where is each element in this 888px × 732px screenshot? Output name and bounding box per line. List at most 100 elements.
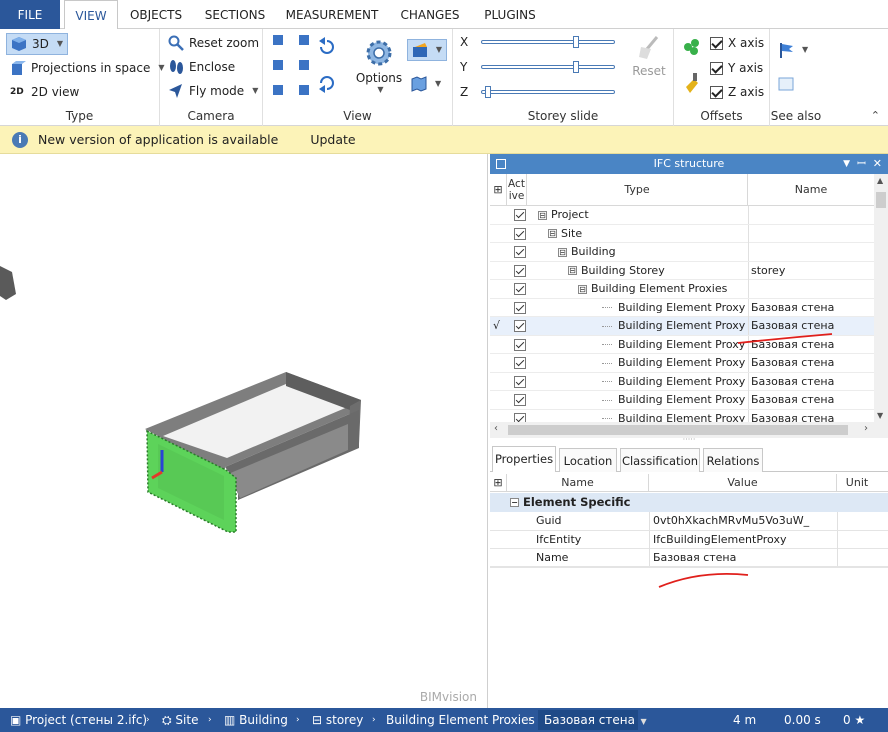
expander-icon[interactable]: ⊟ [538, 210, 547, 220]
3d-viewport[interactable]: BIMvision [0, 154, 488, 708]
panel-menu-icon[interactable]: ▼ [843, 154, 850, 174]
column-prop-name[interactable]: Name [507, 474, 649, 491]
model-render[interactable] [0, 154, 488, 708]
active-checkbox[interactable] [514, 357, 526, 369]
tree-row[interactable]: ⊟ Building Storey storey [490, 261, 874, 280]
column-name[interactable]: Name [748, 174, 874, 205]
z-slider-thumb[interactable] [485, 86, 491, 98]
expander-icon[interactable]: ⊟ [578, 284, 587, 294]
scroll-right-icon[interactable]: › [864, 423, 868, 434]
collapse-icon[interactable]: − [510, 498, 519, 507]
tree-row[interactable]: ⊟ Project [490, 206, 874, 225]
tab-classification[interactable]: Classification [620, 448, 700, 472]
tab-relations[interactable]: Relations [703, 448, 763, 472]
active-checkbox[interactable] [514, 320, 526, 332]
offsets-group-label: Offsets [700, 109, 743, 123]
3d-button[interactable]: 3D ▼ [6, 33, 69, 55]
column-separator [837, 512, 838, 530]
property-row[interactable]: IfcEntity IfcBuildingElementProxy [490, 530, 888, 549]
scroll-down-icon[interactable]: ▼ [877, 411, 883, 420]
2d-label: 2D view [31, 85, 80, 99]
z-slider[interactable] [481, 86, 615, 98]
status-proxies[interactable]: Building Element Proxies [386, 708, 535, 732]
z-axis-checkbox[interactable]: Z axis [710, 81, 764, 103]
tab-location[interactable]: Location [559, 448, 617, 472]
fly-mode-button[interactable]: Fly mode ▼ [168, 80, 258, 102]
tree-row[interactable]: ⊟ Building Element Proxies [490, 280, 874, 299]
y-axis-checkbox[interactable]: Y axis [710, 57, 763, 79]
reset-zoom-button[interactable]: Reset zoom [168, 32, 259, 54]
active-checkbox[interactable] [514, 375, 526, 388]
properties-empty-area [490, 566, 888, 708]
tab-sections[interactable]: SECTIONS [196, 0, 274, 29]
active-checkbox[interactable] [514, 338, 526, 351]
flag-button[interactable]: ▼ [778, 39, 808, 61]
y-slider[interactable] [481, 61, 615, 73]
property-group-row[interactable]: − Element Specific [490, 493, 888, 512]
pin-icon[interactable]: ꟷ [857, 154, 866, 174]
x-axis-checkbox[interactable]: X axis [710, 32, 764, 54]
active-checkbox[interactable] [514, 301, 526, 314]
display-mode-button[interactable]: ▼ [407, 39, 447, 61]
active-checkbox[interactable] [514, 246, 526, 258]
view-cube-icons[interactable] [269, 33, 349, 105]
expander-icon[interactable]: ⊟ [558, 247, 567, 257]
active-checkbox[interactable] [514, 394, 526, 406]
grid-options-icon[interactable]: ⊞ [490, 174, 507, 205]
tree-row[interactable]: Building Element Proxy Базовая стена [490, 298, 874, 317]
options-button[interactable]: Options ▼ [354, 33, 404, 101]
update-link[interactable]: Update [310, 132, 355, 147]
scroll-left-icon[interactable]: ‹ [494, 423, 498, 434]
property-row[interactable]: Guid 0vt0hXkachMRvMu5Vo3uW_ [490, 512, 888, 531]
x-slider[interactable] [481, 36, 615, 48]
scroll-thumb[interactable] [876, 192, 886, 208]
column-active[interactable]: Active [507, 174, 527, 205]
tab-plugins[interactable]: PLUGINS [476, 0, 544, 29]
property-name: IfcEntity [536, 532, 582, 546]
status-site[interactable]: ⛭ Site [162, 708, 198, 732]
collapse-ribbon-icon[interactable]: ⌃ [871, 109, 880, 122]
column-separator [748, 354, 749, 372]
expander-icon[interactable]: ⊟ [568, 266, 577, 275]
column-prop-value[interactable]: Value [649, 474, 837, 491]
tree-row[interactable]: ⊟ Building [490, 243, 874, 262]
column-type[interactable]: Type [527, 174, 748, 205]
splitter-grip[interactable]: ····· [490, 436, 888, 446]
tab-file[interactable]: FILE [0, 0, 60, 29]
expander-icon[interactable]: ⊟ [548, 229, 557, 238]
projections-button[interactable]: Projections in space ▼ [10, 57, 165, 79]
tab-changes[interactable]: CHANGES [392, 0, 468, 29]
status-storey[interactable]: ⊟ storey [312, 708, 363, 732]
ifc-vertical-scrollbar[interactable]: ▲ ▼ [874, 174, 888, 422]
status-project[interactable]: ▣ Project (стены 2.ifc) [10, 708, 147, 732]
tree-row[interactable]: Building Element Proxy Базовая стена [490, 335, 874, 354]
tree-row[interactable]: ⊟ Site [490, 224, 874, 243]
active-checkbox[interactable] [514, 264, 526, 277]
active-checkbox[interactable] [514, 283, 526, 295]
x-slider-thumb[interactable] [573, 36, 579, 48]
tree-row[interactable]: √ Building Element Proxy Базовая стена [490, 317, 874, 336]
web-button[interactable] [778, 73, 794, 95]
tree-row[interactable]: Building Element Proxy Базовая стена [490, 391, 874, 410]
active-checkbox[interactable] [514, 209, 526, 221]
grid-options-icon[interactable]: ⊞ [490, 474, 507, 491]
scroll-up-icon[interactable]: ▲ [877, 176, 883, 185]
column-prop-unit[interactable]: Unit [837, 474, 877, 491]
tab-view[interactable]: VIEW [64, 0, 118, 30]
active-checkbox[interactable] [514, 227, 526, 240]
property-row[interactable]: Name Базовая стена [490, 549, 888, 568]
status-selected[interactable]: Базовая стена ▼ [538, 710, 647, 730]
2d-view-button[interactable]: 2D 2D view [10, 81, 79, 103]
tab-measurement[interactable]: MEASUREMENT [280, 0, 384, 29]
h-scroll-thumb[interactable] [508, 425, 848, 435]
reset-button[interactable]: Reset [629, 35, 669, 78]
close-icon[interactable]: ✕ [873, 154, 882, 174]
tab-objects[interactable]: OBJECTS [122, 0, 190, 29]
map-button[interactable]: ▼ [411, 73, 441, 95]
y-slider-thumb[interactable] [573, 61, 579, 73]
enclose-button[interactable]: Enclose [168, 56, 235, 78]
tree-row[interactable]: Building Element Proxy Базовая стена [490, 354, 874, 373]
tree-row[interactable]: Building Element Proxy Базовая стена [490, 372, 874, 391]
tab-properties[interactable]: Properties [492, 446, 556, 472]
status-building[interactable]: ▥ Building [224, 708, 288, 732]
